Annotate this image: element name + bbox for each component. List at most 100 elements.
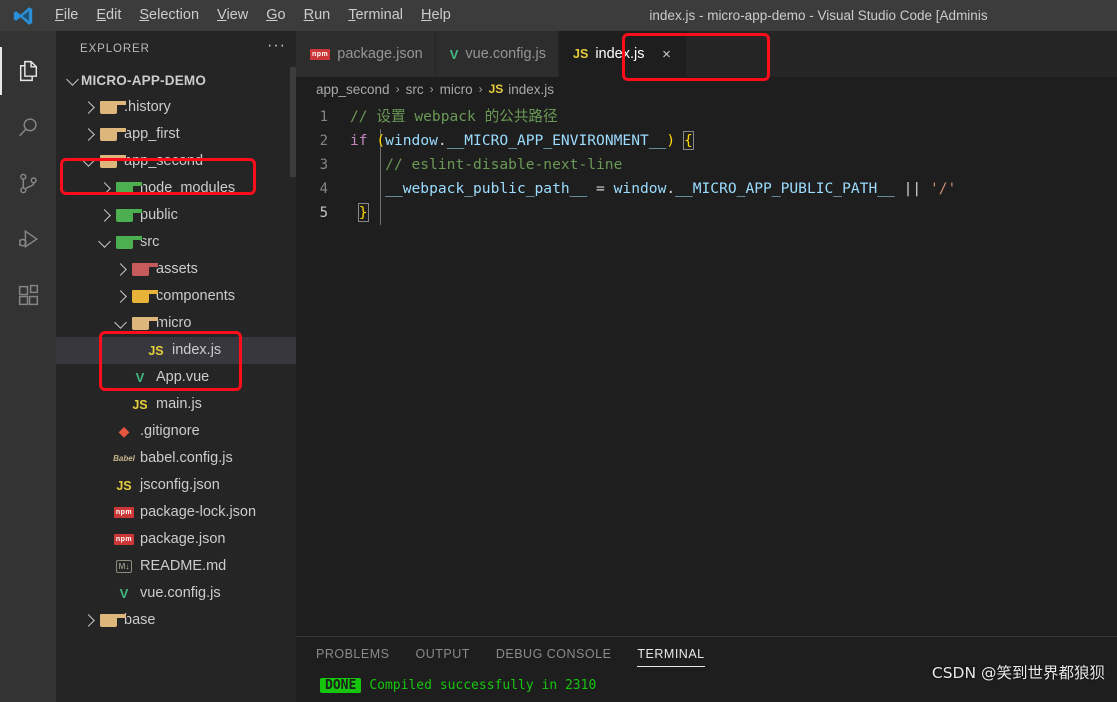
- chevron-right-icon[interactable]: [80, 614, 97, 627]
- tree-item-label: package.json: [140, 531, 226, 547]
- title-bar: File Edit Selection View Go Run Terminal…: [0, 0, 1117, 31]
- breadcrumb[interactable]: app_second › src › micro › JS index.js: [296, 77, 1117, 101]
- close-icon[interactable]: ×: [658, 46, 674, 63]
- chevron-right-icon[interactable]: [96, 182, 113, 195]
- tree-item-readme-md[interactable]: M↓ README.md: [56, 553, 296, 580]
- panel-tab-debug-console[interactable]: DEBUG CONSOLE: [496, 637, 612, 672]
- breadcrumb-item-2[interactable]: micro: [440, 82, 473, 97]
- folder-icon: [99, 101, 127, 114]
- menu-file[interactable]: File: [46, 0, 87, 31]
- tree-item-main-js[interactable]: JS main.js: [56, 391, 296, 418]
- panel-tab-output[interactable]: OUTPUT: [415, 637, 469, 672]
- babel-file-icon: Babel: [113, 454, 135, 463]
- code-token-brace: {: [682, 131, 694, 150]
- menu-terminal[interactable]: Terminal: [339, 0, 412, 31]
- chevron-right-icon[interactable]: [80, 101, 97, 114]
- editor-tab-bar[interactable]: npm package.json Vvue.config.js JS index.js ×: [296, 31, 1117, 77]
- tree-item-app-vue[interactable]: V App.vue: [56, 364, 296, 391]
- code-token-string: '/': [929, 180, 957, 197]
- editor-tab-index-js[interactable]: JS index.js ×: [559, 31, 688, 77]
- tree-item-label: assets: [156, 261, 198, 277]
- terminal-status-badge: DONE: [320, 678, 362, 693]
- tree-item-base[interactable]: base: [56, 607, 296, 634]
- tree-item-babel-config-js[interactable]: Babel babel.config.js: [56, 445, 296, 472]
- chevron-down-icon[interactable]: [80, 153, 97, 167]
- menu-run[interactable]: Run: [295, 0, 340, 31]
- menu-help[interactable]: Help: [412, 0, 460, 31]
- editor-tab-package-json[interactable]: npm package.json: [296, 31, 436, 77]
- line-number: 3: [319, 157, 328, 173]
- editor-group: npm package.json Vvue.config.js JS index.js ×…: [296, 31, 1117, 702]
- npm-file-icon: npm: [113, 534, 135, 545]
- file-tree[interactable]: MICRO-APP-DEMO .history app_first app_secon…: [56, 67, 296, 634]
- tree-item-vue-config-js[interactable]: Vvue.config.js: [56, 580, 296, 607]
- line-number: 2: [319, 133, 328, 149]
- tree-item-app-second[interactable]: app_second: [56, 148, 296, 175]
- line-number: 5: [319, 205, 328, 221]
- code-token-property: __MICRO_APP_ENVIRONMENT__: [446, 132, 667, 149]
- search-icon[interactable]: [0, 99, 56, 155]
- tree-item-gitignore[interactable]: ◆ .gitignore: [56, 418, 296, 445]
- code-line-1: 1 // 设置 webpack 的公共路径: [296, 105, 1117, 129]
- tree-item-micro-app-demo[interactable]: MICRO-APP-DEMO: [56, 67, 296, 94]
- tree-item-assets[interactable]: assets: [56, 256, 296, 283]
- code-token-operator: =: [596, 180, 605, 197]
- menu-selection[interactable]: Selection: [130, 0, 208, 31]
- chevron-right-icon[interactable]: [96, 209, 113, 222]
- breadcrumb-item-3[interactable]: index.js: [508, 82, 554, 97]
- vue-file-icon: V: [135, 370, 145, 385]
- more-actions-icon[interactable]: ···: [267, 37, 286, 62]
- code-token-property: __MICRO_APP_PUBLIC_PATH__: [675, 180, 895, 197]
- npm-file-icon: npm: [310, 48, 331, 60]
- editor-tab-vue-config-js[interactable]: Vvue.config.js: [435, 31, 560, 77]
- folder-assets-icon: [131, 263, 159, 276]
- chevron-right-icon: ›: [429, 82, 434, 96]
- tree-item-package-json[interactable]: npm package.json: [56, 526, 296, 553]
- tree-item-node-modules[interactable]: node_modules: [56, 175, 296, 202]
- source-control-icon[interactable]: [0, 155, 56, 211]
- code-editor[interactable]: 1 // 设置 webpack 的公共路径 2 if (window.__MIC…: [296, 101, 1117, 636]
- js-file-icon: JS: [148, 343, 164, 358]
- tree-item-label: .history: [124, 99, 171, 115]
- tree-item-components[interactable]: components: [56, 283, 296, 310]
- tree-item-app-first[interactable]: app_first: [56, 121, 296, 148]
- activity-bar[interactable]: [0, 31, 56, 702]
- run-debug-icon[interactable]: [0, 211, 56, 267]
- chevron-right-icon[interactable]: [112, 290, 129, 303]
- tree-item-micro[interactable]: micro: [56, 310, 296, 337]
- panel-tab-terminal[interactable]: TERMINAL: [637, 637, 705, 672]
- tree-item-label: main.js: [156, 396, 202, 412]
- js-file-icon: JS: [488, 82, 504, 96]
- folder-icon: [99, 155, 127, 168]
- line-number: 1: [319, 109, 328, 125]
- chevron-down-icon[interactable]: [64, 72, 81, 86]
- explorer-sidebar: EXPLORER ··· MICRO-APP-DEMO .history app_f…: [56, 31, 296, 702]
- chevron-down-icon[interactable]: [96, 234, 113, 248]
- tree-item-jsconfig-json[interactable]: JS jsconfig.json: [56, 472, 296, 499]
- menu-go[interactable]: Go: [257, 0, 294, 31]
- chevron-right-icon[interactable]: [112, 263, 129, 276]
- explorer-icon[interactable]: [0, 43, 56, 99]
- folder-icon: [99, 128, 127, 141]
- explorer-title: EXPLORER: [80, 43, 150, 55]
- menu-edit[interactable]: Edit: [87, 0, 130, 31]
- tree-item-public[interactable]: public: [56, 202, 296, 229]
- tree-item-package-lock-json[interactable]: npm package-lock.json: [56, 499, 296, 526]
- chevron-right-icon[interactable]: [80, 128, 97, 141]
- breadcrumb-item-0[interactable]: app_second: [316, 82, 390, 97]
- tree-item-label: node_modules: [140, 180, 236, 196]
- chevron-down-icon[interactable]: [112, 315, 129, 329]
- tree-item-src[interactable]: src: [56, 229, 296, 256]
- folder-icon: [99, 614, 127, 627]
- tree-item-history[interactable]: .history: [56, 94, 296, 121]
- code-line-5: 5 }: [296, 201, 1117, 225]
- breadcrumb-item-1[interactable]: src: [406, 82, 424, 97]
- tree-item-index-js[interactable]: JS index.js: [56, 337, 296, 364]
- extensions-icon[interactable]: [0, 267, 56, 323]
- terminal-output-text: Compiled successfully in 2310: [369, 678, 597, 693]
- tree-item-label: app_first: [124, 126, 180, 142]
- panel-tab-problems[interactable]: PROBLEMS: [316, 637, 389, 672]
- menu-view[interactable]: View: [208, 0, 257, 31]
- code-token-or: ||: [903, 180, 922, 197]
- menu-bar[interactable]: File Edit Selection View Go Run Terminal…: [46, 0, 460, 31]
